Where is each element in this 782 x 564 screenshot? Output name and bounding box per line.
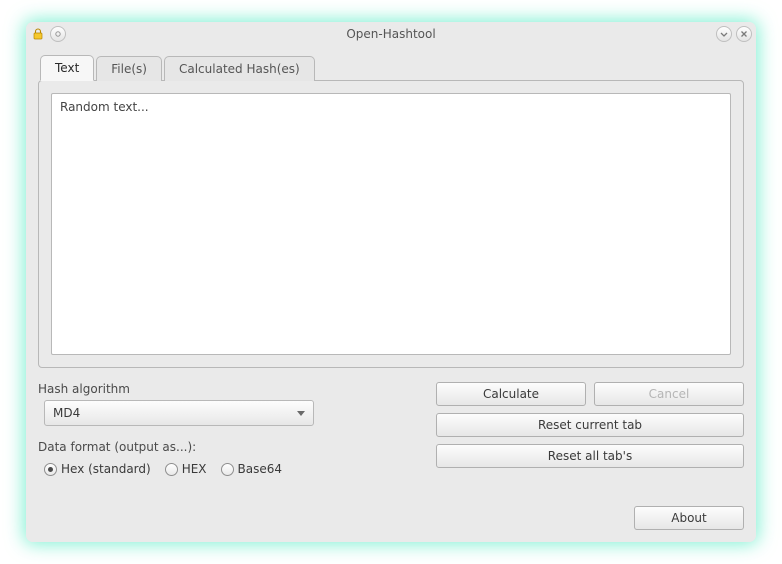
minimize-button[interactable] [716,26,732,42]
tab-panel-text [38,80,744,368]
tab-files[interactable]: File(s) [96,56,162,81]
radio-label: Base64 [238,462,283,476]
reset-current-tab-button[interactable]: Reset current tab [436,413,744,437]
tab-text[interactable]: Text [40,55,94,81]
radio-hex-upper[interactable]: HEX [165,462,207,476]
tabs-row: Text File(s) Calculated Hash(es) [40,54,744,80]
reset-all-tabs-button[interactable]: Reset all tab's [436,444,744,468]
radio-label: HEX [182,462,207,476]
hash-algorithm-select[interactable]: MD4 [44,400,314,426]
tab-calculated-hashes[interactable]: Calculated Hash(es) [164,56,315,81]
text-input[interactable] [51,93,731,355]
data-format-label: Data format (output as...): [38,440,418,454]
titlebar-button-left[interactable] [50,26,66,42]
hash-algorithm-label: Hash algorithm [38,382,418,396]
close-button[interactable] [736,26,752,42]
cancel-button: Cancel [594,382,744,406]
radio-icon [165,463,178,476]
radio-hex-standard[interactable]: Hex (standard) [44,462,151,476]
window-title: Open-Hashtool [26,27,756,41]
window: Open-Hashtool Text File(s) Calculated Ha… [26,22,756,542]
about-button[interactable]: About [634,506,744,530]
titlebar: Open-Hashtool [26,22,756,46]
controls-left: Hash algorithm MD4 Data format (output a… [38,382,418,476]
radio-icon [221,463,234,476]
hash-algorithm-selected: MD4 [53,406,80,420]
radio-icon [44,463,57,476]
radio-label: Hex (standard) [61,462,151,476]
lock-icon [30,26,46,42]
chevron-down-icon [297,411,305,416]
data-format-radios: Hex (standard) HEX Base64 [44,462,418,476]
content: Text File(s) Calculated Hash(es) Hash al… [26,46,756,542]
tab-area: Text File(s) Calculated Hash(es) [38,54,744,368]
footer: About [38,506,744,530]
controls-right: Calculate Cancel Reset current tab Reset… [436,382,744,476]
calculate-button[interactable]: Calculate [436,382,586,406]
controls: Hash algorithm MD4 Data format (output a… [38,382,744,476]
radio-base64[interactable]: Base64 [221,462,283,476]
